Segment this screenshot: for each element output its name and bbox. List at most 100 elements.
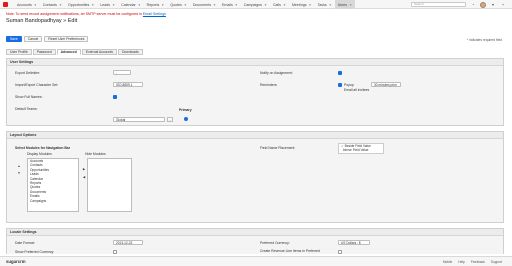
- hide-modules-list[interactable]: [87, 158, 132, 212]
- nav-label: Reports: [146, 2, 160, 7]
- date-format-select[interactable]: 2013-12-23: [113, 240, 143, 245]
- team-name-input[interactable]: Global: [113, 117, 165, 122]
- date-format-label: Date Format:: [15, 241, 35, 245]
- chevron-down-icon: ▼: [308, 2, 312, 7]
- footer-logo[interactable]: sugarcrm: [6, 259, 26, 264]
- move-down-icon[interactable]: ▼: [16, 170, 22, 175]
- nav-item-reports[interactable]: Reports ▼: [144, 0, 168, 9]
- nav-item-leads[interactable]: Leads ▼: [97, 0, 118, 9]
- reminders-label: Reminders:: [260, 83, 278, 87]
- nav-item-accounts[interactable]: Accounts ▼: [14, 0, 40, 9]
- popup-label: Popup: [344, 83, 354, 87]
- nav-label: Opportunities: [67, 2, 90, 7]
- field-placement-select[interactable]: ✓ Beside Field Value Above Field Value: [338, 143, 384, 154]
- nav-item-contacts[interactable]: Contacts ▼: [40, 0, 65, 9]
- revenue-line-items-checkbox[interactable]: [338, 250, 342, 254]
- layout-options-heading: Layout Options: [7, 132, 503, 139]
- chevron-down-icon: ▼: [58, 2, 62, 7]
- nav-item-calls[interactable]: Calls ▼: [270, 0, 289, 9]
- select-modules-label: Select Modules for Navigation Bar: [15, 146, 71, 150]
- nav-label: Leads: [100, 2, 111, 7]
- notice-text: Note: To send record assignment notifica…: [6, 12, 143, 16]
- nav-item-documents[interactable]: Documents ▼: [190, 0, 219, 9]
- nav-item-calendar[interactable]: Calendar ▼: [118, 0, 144, 9]
- nav-item-users[interactable]: Users ▼: [334, 0, 356, 9]
- chevron-down-icon[interactable]: ▾: [490, 2, 496, 8]
- chevron-down-icon: ▼: [112, 2, 116, 7]
- nav-item-campaigns[interactable]: Campaigns ▼: [241, 0, 270, 9]
- show-full-names-label: Show Full Names:: [15, 95, 43, 99]
- top-navigation-bar: Accounts ▼ Contacts ▼ Opportunities ▼ Leads…: [0, 0, 512, 9]
- nav-label: Users: [337, 2, 348, 7]
- edit-tabs: User Profile Password Advanced External …: [6, 49, 143, 55]
- field-name-placement-label: Field Name Placement:: [260, 146, 296, 150]
- preferred-currency-select[interactable]: US Dollars : $: [338, 240, 370, 245]
- show-full-names-checkbox[interactable]: [113, 95, 117, 99]
- sugar-logo-icon[interactable]: [3, 2, 8, 7]
- locale-settings-panel: Locale Settings Date Format: 2013-12-23 …: [6, 228, 504, 254]
- chevron-down-icon: ▼: [161, 2, 165, 7]
- placement-option-above[interactable]: Above Field Value: [339, 148, 383, 152]
- list-item[interactable]: Campaigns: [28, 199, 78, 203]
- email-settings-link[interactable]: Email Settings: [143, 12, 166, 16]
- footer-link-help[interactable]: Help: [458, 260, 465, 264]
- notifications-icon[interactable]: ◔: [470, 2, 476, 8]
- nav-label: Accounts: [17, 2, 32, 7]
- charset-label: Import/Export Character Set:: [15, 83, 59, 87]
- nav-label: Meetings: [291, 2, 307, 7]
- team-select-button[interactable]: …: [167, 117, 173, 122]
- show-preferred-currency-checkbox[interactable]: [113, 250, 117, 254]
- chevron-down-icon: ▼: [349, 2, 353, 7]
- tab-downloads[interactable]: Downloads: [117, 49, 143, 55]
- primary-team-radio[interactable]: [184, 117, 188, 121]
- nav-right-tools: Search ◔ ▾ +: [411, 1, 506, 8]
- module-tabs: Accounts ▼ Contacts ▼ Opportunities ▼ Leads…: [14, 0, 356, 9]
- cancel-button[interactable]: Cancel: [23, 36, 43, 42]
- export-delimiter-label: Export Delimiter:: [15, 71, 41, 75]
- chevron-down-icon: ▼: [234, 2, 238, 7]
- charset-select[interactable]: ISO-8859-1: [113, 82, 143, 87]
- global-search-input[interactable]: Search: [411, 2, 466, 7]
- plus-icon[interactable]: +: [500, 2, 506, 8]
- nav-label: Contacts: [42, 2, 57, 7]
- nav-item-emails[interactable]: Emails ▼: [219, 0, 241, 9]
- required-field-note: * Indicates required field: [466, 38, 502, 42]
- footer-link-feedback[interactable]: Feedback: [471, 260, 485, 264]
- display-modules-list[interactable]: Accounts Contacts Opportunities Leads Ca…: [27, 158, 79, 212]
- smtp-notice: Note: To send record assignment notifica…: [6, 12, 166, 16]
- footer-links: Mobile Help Feedback Support: [443, 260, 502, 264]
- nav-item-tasks[interactable]: Tasks ▼: [315, 0, 335, 9]
- popup-reminder-checkbox[interactable]: [338, 83, 342, 87]
- tab-external-accounts[interactable]: External Accounts: [81, 49, 117, 55]
- nav-label: Calls: [272, 2, 281, 7]
- chevron-down-icon: ▼: [328, 2, 332, 7]
- footer-link-mobile[interactable]: Mobile: [443, 260, 452, 264]
- notify-assignment-checkbox[interactable]: [338, 71, 342, 75]
- preferred-currency-label: Preferred Currency:: [260, 241, 290, 245]
- layout-options-panel: Layout Options Select Modules for Naviga…: [6, 131, 504, 223]
- chevron-down-icon: ▼: [213, 2, 216, 7]
- nav-item-meetings[interactable]: Meetings ▼: [289, 0, 315, 9]
- tab-password[interactable]: Password: [32, 49, 56, 55]
- move-up-icon[interactable]: ▲: [16, 163, 22, 168]
- nav-item-opportunities[interactable]: Opportunities ▼: [65, 0, 97, 9]
- nav-label: Quotes: [170, 2, 182, 7]
- save-button[interactable]: Save: [6, 36, 22, 42]
- tab-advanced[interactable]: Advanced: [56, 49, 81, 55]
- avatar[interactable]: [480, 1, 486, 8]
- notify-assignment-label: Notify on Assignment:: [260, 71, 293, 75]
- tab-user-profile[interactable]: User Profile: [6, 49, 32, 55]
- nav-label: Emails: [222, 2, 233, 7]
- export-delimiter-input[interactable]: ,: [113, 70, 131, 75]
- locale-settings-heading: Locale Settings: [7, 229, 503, 236]
- chevron-down-icon: ▼: [91, 2, 95, 7]
- option-label: Above Field Value: [342, 148, 369, 153]
- footer-link-support[interactable]: Support: [491, 260, 502, 264]
- user-settings-heading: User Settings: [7, 59, 503, 66]
- chevron-down-icon: ▼: [263, 2, 267, 7]
- reset-preferences-button[interactable]: Reset User Preferences: [44, 36, 89, 42]
- reminder-time-select[interactable]: 30 minutes prior: [371, 82, 401, 87]
- chevron-down-icon: ▼: [282, 2, 286, 7]
- nav-label: Documents: [192, 2, 212, 7]
- nav-item-quotes[interactable]: Quotes ▼: [167, 0, 190, 9]
